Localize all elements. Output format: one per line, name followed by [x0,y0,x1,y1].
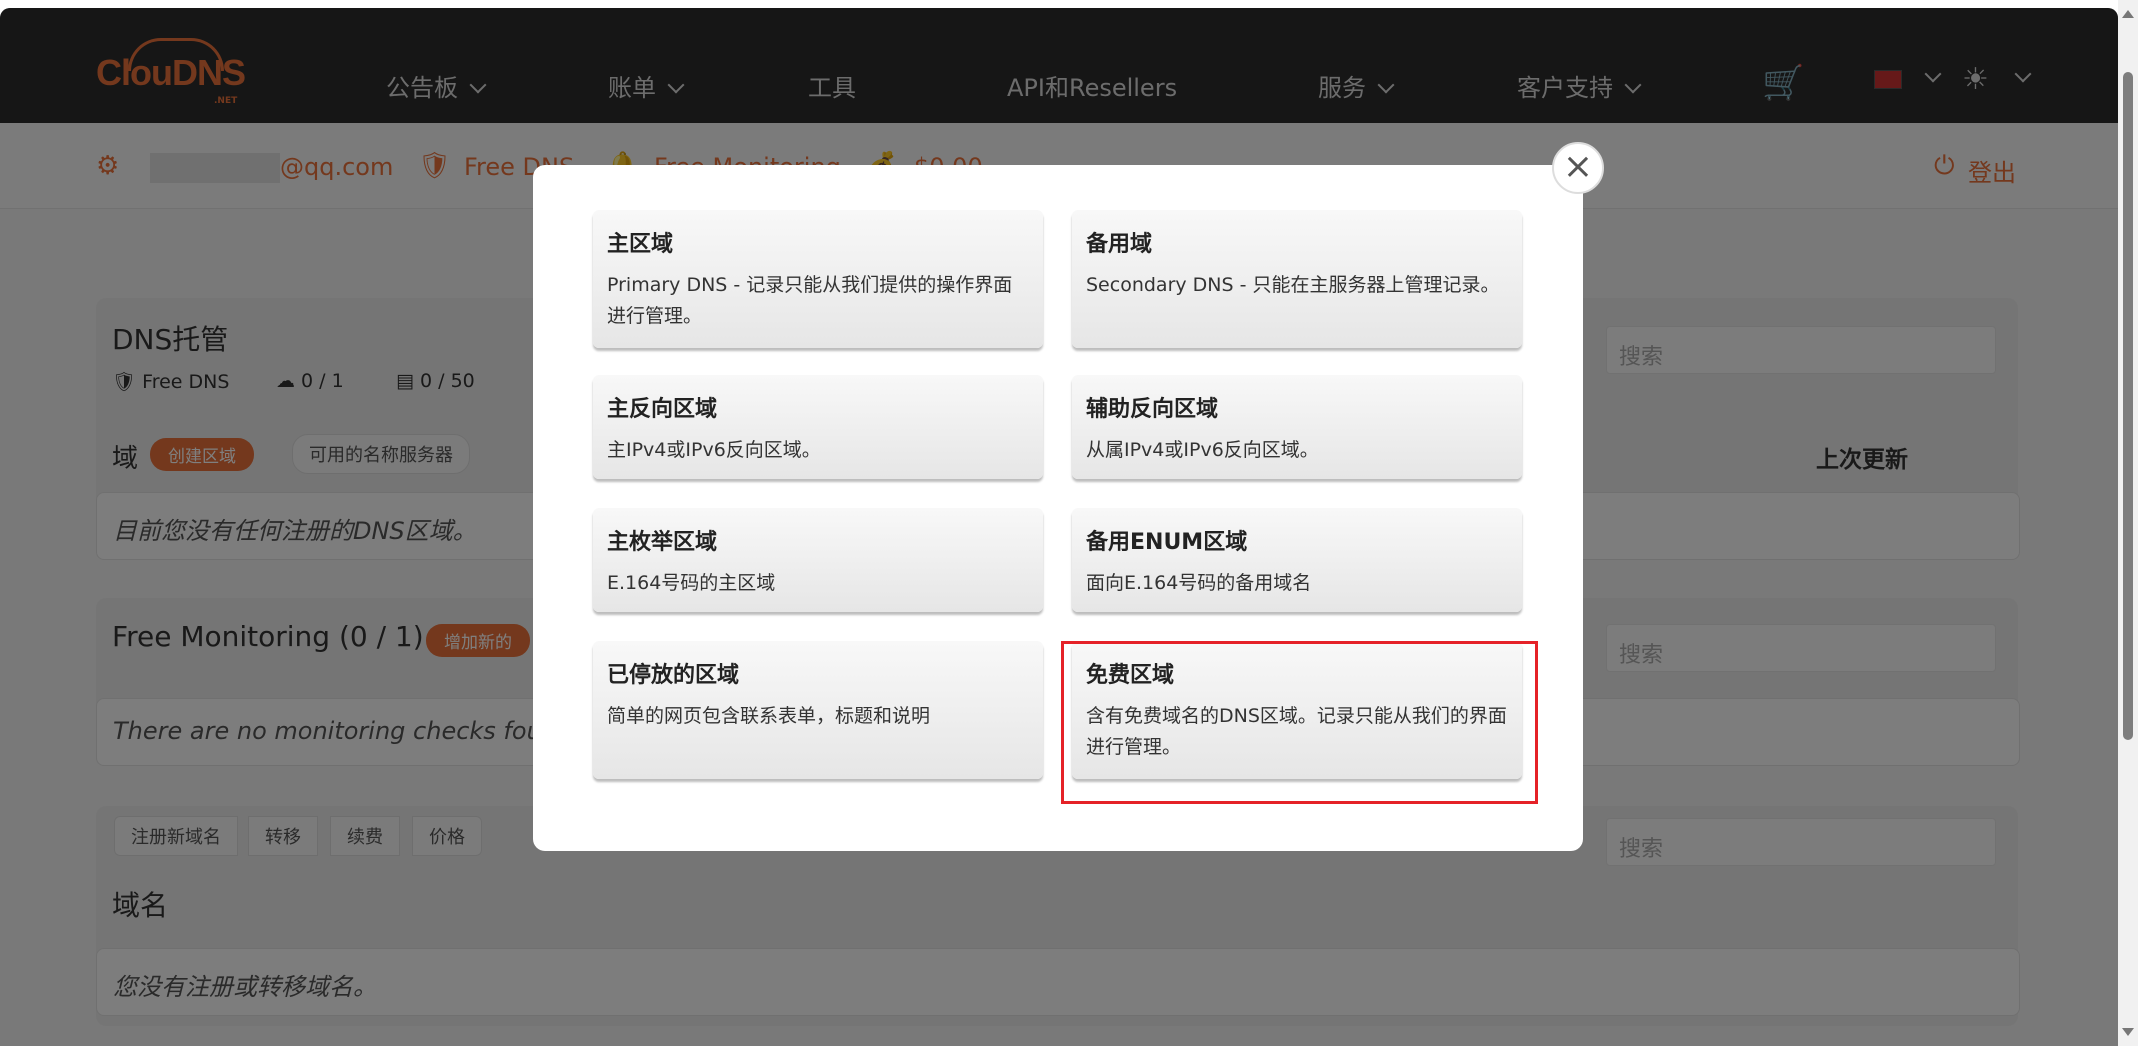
card-description: Primary DNS - 记录只能从我们提供的操作界面进行管理。 [607,274,1013,327]
card-description: Secondary DNS - 只能在主服务器上管理记录。 [1086,274,1500,296]
card-title: 主枚举区域 [607,530,718,555]
card-description: 从属IPv4或IPv6反向区域。 [1086,439,1319,461]
zone-card-primary-reverse[interactable]: 主反向区域 主IPv4或IPv6反向区域。 [593,375,1043,479]
scroll-up-arrow-icon[interactable] [2122,10,2134,18]
scrollbar-thumb[interactable] [2123,72,2133,740]
card-description: E.164号码的主区域 [607,572,776,594]
card-title: 辅助反向区域 [1086,397,1219,422]
zone-card-primary-enum[interactable]: 主枚举区域 E.164号码的主区域 [593,508,1043,612]
zone-card-secondary-enum[interactable]: 备用ENUM区域 面向E.164号码的备用域名 [1072,508,1522,612]
close-icon[interactable]: × [1552,142,1604,194]
card-title: 主反向区域 [607,397,718,422]
card-title: 备用域 [1086,232,1153,257]
page-scrollbar[interactable] [2118,0,2138,1046]
zone-card-primary[interactable]: 主区域 Primary DNS - 记录只能从我们提供的操作界面进行管理。 [593,210,1043,348]
zone-card-secondary-reverse[interactable]: 辅助反向区域 从属IPv4或IPv6反向区域。 [1072,375,1522,479]
card-description: 主IPv4或IPv6反向区域。 [607,439,821,461]
zone-card-parked[interactable]: 已停放的区域 简单的网页包含联系表单，标题和说明 [593,641,1043,779]
card-title: 备用ENUM区域 [1086,530,1248,555]
selection-highlight-box [1061,641,1538,804]
card-description: 面向E.164号码的备用域名 [1086,572,1312,594]
card-title: 已停放的区域 [607,663,740,688]
scroll-down-arrow-icon[interactable] [2122,1028,2134,1036]
card-title: 主区域 [607,232,674,257]
card-description: 简单的网页包含联系表单，标题和说明 [607,705,931,727]
browser-page: ClouDNS .NET 公告板 账单 工具 API和Resellers 服务 … [0,8,2118,1046]
zone-card-secondary[interactable]: 备用域 Secondary DNS - 只能在主服务器上管理记录。 [1072,210,1522,348]
